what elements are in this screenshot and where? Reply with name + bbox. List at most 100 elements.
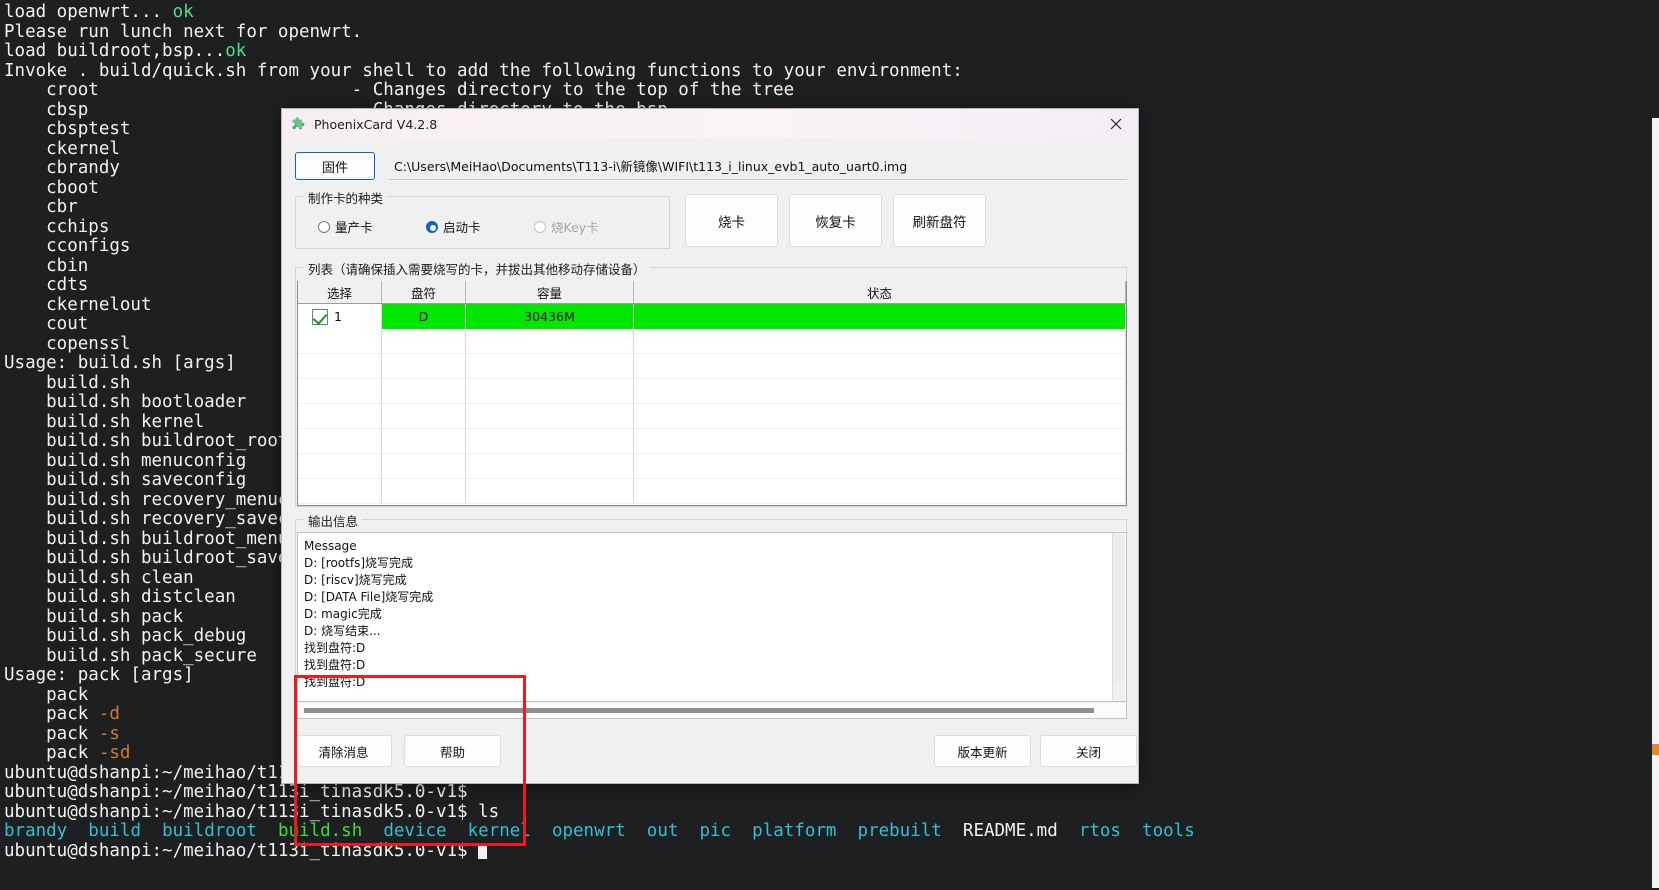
table-row[interactable]: 1 D 30436M bbox=[298, 304, 1126, 329]
terminal-text: ckernelout bbox=[4, 294, 152, 315]
table-empty-cell bbox=[466, 454, 634, 479]
terminal-text: ubuntu@dshanpi:~/meihao/t113i_tinasdk5.0… bbox=[4, 840, 479, 861]
dialog-body: 固件 C:\Users\MeiHao\Documents\T113-i\新镜像\… bbox=[282, 139, 1138, 846]
row-select-cell[interactable]: 1 bbox=[298, 304, 382, 329]
table-empty-cell bbox=[298, 479, 382, 504]
terminal-text: brandy bbox=[4, 821, 68, 841]
terminal-text: kernel bbox=[467, 821, 531, 841]
terminal-text: cchips bbox=[4, 216, 110, 237]
card-table[interactable]: 选择 盘符 容量 状态 1 D 30436M bbox=[297, 281, 1127, 506]
terminal-line: Please run lunch next for openwrt. bbox=[4, 22, 1659, 43]
burn-card-button[interactable]: 烧卡 bbox=[685, 194, 778, 247]
column-header-status: 状态 bbox=[634, 281, 1126, 303]
terminal-text: cconfigs bbox=[4, 236, 131, 256]
output-message-line: D: [rootfs]烧写完成 bbox=[304, 556, 413, 570]
card-list-group: 列表（请确保插入需要烧写的卡，并拔出其他移动存储设备） 选择 盘符 容量 状态 … bbox=[295, 259, 1127, 507]
terminal-text: build.sh pack bbox=[4, 606, 184, 627]
table-empty-cell bbox=[298, 429, 382, 454]
table-empty-cell bbox=[382, 329, 466, 354]
firmware-path-field[interactable]: C:\Users\MeiHao\Documents\T113-i\新镜像\WIF… bbox=[389, 152, 1127, 180]
table-empty-cell bbox=[382, 429, 466, 454]
dialog-titlebar[interactable]: PhoenixCard V4.2.8 bbox=[282, 109, 1138, 139]
radio-boot-card[interactable]: 启动卡 bbox=[426, 217, 481, 236]
column-header-drive: 盘符 bbox=[382, 281, 466, 303]
checkbox-checked-icon[interactable] bbox=[312, 308, 328, 325]
output-vertical-scrollbar[interactable] bbox=[1112, 533, 1125, 701]
terminal-text: build bbox=[88, 821, 141, 841]
terminal-text: cbrandy bbox=[4, 158, 120, 178]
terminal-scrollbar[interactable] bbox=[1652, 118, 1659, 888]
terminal-line: ubuntu@dshanpi:~/meihao/t113i_tinasdk5.0… bbox=[4, 802, 1659, 823]
table-header-row: 选择 盘符 容量 状态 bbox=[298, 281, 1126, 304]
terminal-line: croot - Changes directory to the top of … bbox=[4, 80, 1659, 101]
terminal-text: pic bbox=[699, 821, 732, 841]
radio-dot-icon bbox=[318, 220, 330, 233]
table-empty-row bbox=[298, 429, 1126, 454]
close-icon[interactable] bbox=[1093, 109, 1138, 139]
terminal-text: ok bbox=[172, 2, 194, 22]
terminal-line: Invoke . build/quick.sh from your shell … bbox=[4, 61, 1659, 82]
terminal-cursor bbox=[478, 842, 488, 859]
terminal-text: -d bbox=[98, 704, 120, 724]
table-empty-cell bbox=[382, 354, 466, 379]
refresh-drive-button[interactable]: 刷新盘符 bbox=[893, 194, 986, 247]
close-button[interactable]: 关闭 bbox=[1040, 735, 1137, 767]
table-empty-row bbox=[298, 329, 1126, 354]
radio-label: 烧Key卡 bbox=[551, 220, 599, 235]
output-info-group: 输出信息 Message D: [rootfs]烧写完成 D: [riscv]烧写完… bbox=[295, 511, 1127, 719]
card-type-group: 制作卡的种类 量产卡 启动卡 烧Key卡 bbox=[295, 188, 670, 249]
terminal-text: tools bbox=[1142, 821, 1195, 841]
table-empty-cell bbox=[466, 354, 634, 379]
restore-card-button[interactable]: 恢复卡 bbox=[789, 194, 882, 247]
column-header-capacity: 容量 bbox=[466, 281, 634, 303]
output-message-line: D: 烧写结束... bbox=[304, 624, 381, 638]
terminal-text: cbsptest bbox=[4, 119, 131, 139]
table-empty-cell bbox=[382, 404, 466, 429]
table-empty-cell bbox=[382, 454, 466, 479]
output-message-line: 找到盘符:D bbox=[304, 641, 366, 655]
terminal-text: load buildroot,bsp... bbox=[4, 41, 226, 61]
radio-mass-production-card[interactable]: 量产卡 bbox=[318, 217, 373, 236]
terminal-text: rtos bbox=[1078, 821, 1121, 841]
phoenixcard-dialog: PhoenixCard V4.2.8 固件 C:\Users\MeiHao\Do… bbox=[281, 108, 1139, 846]
terminal-text: openwrt bbox=[551, 821, 626, 841]
output-message-line: 找到盘符:D bbox=[304, 658, 366, 672]
column-header-select: 选择 bbox=[298, 281, 382, 303]
terminal-line: load buildroot,bsp...ok bbox=[4, 41, 1659, 62]
terminal-text: cout bbox=[4, 314, 89, 334]
terminal-text: build.sh distclean bbox=[4, 587, 236, 607]
table-empty-cell bbox=[466, 329, 634, 354]
terminal-text: build.sh clean bbox=[4, 567, 194, 588]
terminal-text: load openwrt... bbox=[4, 2, 173, 22]
output-vertical-scrollbar-thumb[interactable] bbox=[1115, 535, 1124, 683]
help-button[interactable]: 帮助 bbox=[404, 735, 501, 767]
table-empty-cell bbox=[466, 404, 634, 429]
terminal-text: out bbox=[646, 821, 679, 841]
output-horizontal-scrollbar-thumb[interactable] bbox=[304, 708, 1094, 713]
clear-messages-button[interactable]: 清除消息 bbox=[295, 735, 392, 767]
output-horizontal-scrollbar[interactable] bbox=[297, 703, 1127, 719]
table-empty-cell bbox=[634, 479, 1126, 504]
output-message-line: Message bbox=[304, 539, 357, 553]
terminal-text: pack bbox=[4, 723, 99, 744]
table-empty-cell bbox=[382, 479, 466, 504]
terminal-line: ubuntu@dshanpi:~/meihao/t113i_tinasdk5.0… bbox=[4, 840, 1659, 862]
terminal-text: build.sh saveconfig bbox=[4, 470, 247, 490]
terminal-scrollbar-thumb[interactable] bbox=[1652, 118, 1659, 878]
terminal-text: build.sh bbox=[277, 821, 363, 841]
terminal-text: build.sh bootloader bbox=[4, 392, 247, 412]
terminal-text: croot - Changes directory to the top of … bbox=[4, 80, 795, 100]
terminal-scrollbar-marker bbox=[1652, 744, 1659, 755]
table-empty-cell bbox=[634, 404, 1126, 429]
terminal-text: prebuilt bbox=[857, 821, 942, 841]
firmware-button[interactable]: 固件 bbox=[295, 152, 375, 180]
version-update-button[interactable]: 版本更新 bbox=[934, 735, 1031, 767]
output-message-area[interactable]: Message D: [rootfs]烧写完成 D: [riscv]烧写完成 D: [… bbox=[297, 532, 1127, 702]
